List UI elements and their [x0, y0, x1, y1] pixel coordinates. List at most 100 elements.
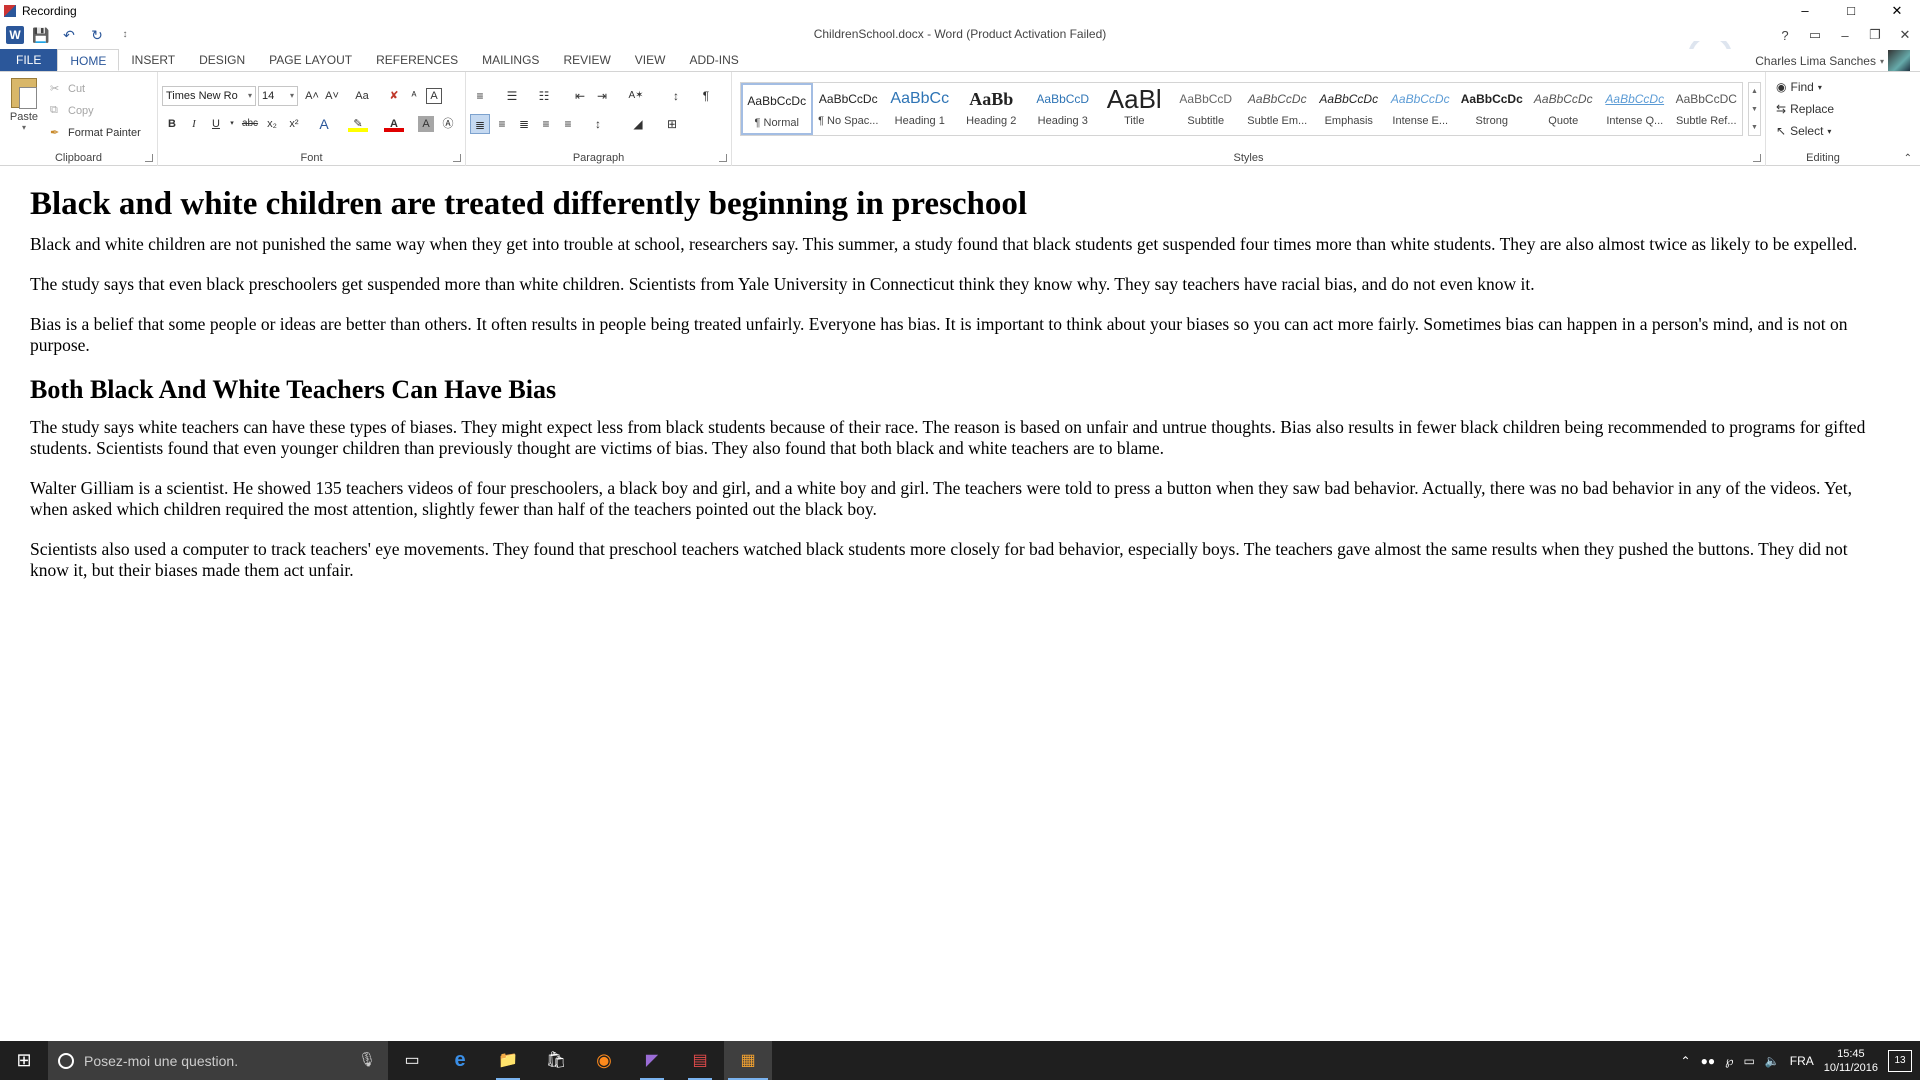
tab-mailings[interactable]: MAILINGS — [470, 49, 551, 71]
format-painter-button[interactable]: ✒ Format Painter — [50, 126, 141, 140]
text-effects-button[interactable]: A — [314, 114, 334, 134]
style-strong[interactable]: AaBbCcDc Strong — [1456, 83, 1528, 135]
edge-icon[interactable]: e — [436, 1041, 484, 1080]
cortana-search-box[interactable]: Posez-moi une question. 🎙 — [48, 1041, 388, 1080]
style-title[interactable]: AaBl Title — [1099, 83, 1171, 135]
style-heading-3[interactable]: AaBbCcD Heading 3 — [1027, 83, 1099, 135]
chevron-up-icon[interactable]: ⌃ — [1681, 1054, 1691, 1068]
acrobat-icon[interactable]: ▤ — [676, 1041, 724, 1080]
align-right-button[interactable]: ≣ — [514, 114, 534, 134]
restore-button[interactable]: ❐ — [1860, 27, 1890, 43]
bold-button[interactable]: B — [162, 114, 182, 134]
style-emphasis[interactable]: AaBbCcDc Emphasis — [1313, 83, 1385, 135]
paste-button[interactable]: Paste ▾ — [6, 78, 42, 138]
superscript-button[interactable]: x² — [284, 114, 304, 134]
document-body[interactable]: Black and white children are treated dif… — [0, 167, 1920, 1041]
windows-start-icon[interactable]: ⊞ — [0, 1041, 48, 1080]
clock[interactable]: 15:45 10/11/2016 — [1824, 1047, 1878, 1075]
asian-layout-button[interactable]: A✶ — [622, 86, 650, 106]
styles-gallery-scroll[interactable]: ▲ ▼ ▼ — [1748, 82, 1761, 136]
style-intense-emphasis[interactable]: AaBbCcDc Intense E... — [1385, 83, 1457, 135]
tab-design[interactable]: DESIGN — [187, 49, 257, 71]
firefox-icon[interactable]: ◉ — [580, 1041, 628, 1080]
change-case-button[interactable]: Aa — [348, 86, 376, 106]
style-heading-2[interactable]: AaBb Heading 2 — [956, 83, 1028, 135]
user-account[interactable]: Charles Lima Sanches ▾ — [1755, 49, 1910, 73]
style-intense-quote[interactable]: AaBbCcDc Intense Q... — [1599, 83, 1671, 135]
highlight-color-button[interactable]: ✎ — [348, 114, 368, 132]
paragraph-launcher-icon[interactable] — [719, 154, 727, 162]
cut-button[interactable]: ✂ Cut — [50, 82, 85, 96]
people-icon[interactable]: ●● — [1701, 1054, 1716, 1068]
notifications-icon[interactable]: 13 — [1888, 1049, 1912, 1072]
find-button[interactable]: ◉ Find ▾ — [1776, 80, 1822, 94]
increase-indent-button[interactable]: ⇥ — [592, 86, 612, 106]
tab-home[interactable]: HOME — [57, 49, 120, 71]
font-color-button[interactable]: A — [384, 114, 404, 132]
chevron-down-icon[interactable]: ▾ — [222, 114, 242, 134]
styles-launcher-icon[interactable] — [1753, 154, 1761, 162]
tab-references[interactable]: REFERENCES — [364, 49, 470, 71]
select-button[interactable]: ↖ Select ▾ — [1776, 124, 1831, 138]
numbering-button[interactable]: ☰ — [502, 86, 522, 106]
tab-insert[interactable]: INSERT — [119, 49, 187, 71]
style-subtitle[interactable]: AaBbCcD Subtitle — [1170, 83, 1242, 135]
recorder-icon[interactable]: ▦ — [724, 1041, 772, 1080]
character-shading-button[interactable]: A — [418, 116, 434, 132]
tab-view[interactable]: VIEW — [623, 49, 678, 71]
tab-page-layout[interactable]: PAGE LAYOUT — [257, 49, 364, 71]
collapse-ribbon-icon[interactable]: ⌃ — [1904, 153, 1912, 164]
phonetic-guide-button[interactable]: ᴬ — [404, 86, 424, 106]
enclose-characters-button[interactable]: Ⓐ — [438, 114, 458, 134]
network-icon[interactable]: ℘ — [1725, 1054, 1733, 1068]
style-no-spacing[interactable]: AaBbCcDc ¶ No Spac... — [813, 83, 885, 135]
font-size-combo[interactable]: 14 ▾ — [258, 86, 298, 106]
style-quote[interactable]: AaBbCcDc Quote — [1528, 83, 1600, 135]
minimize-button[interactable]: – — [1830, 28, 1860, 43]
style-normal[interactable]: AaBbCcDc ¶ Normal — [741, 83, 813, 135]
clear-formatting-button[interactable]: ✘ — [384, 86, 404, 106]
task-view-icon[interactable]: ▭ — [388, 1041, 436, 1080]
justify-button[interactable]: ≡ — [536, 114, 556, 134]
bullets-button[interactable]: ≡ — [470, 86, 490, 106]
copy-button[interactable]: ⧉ Copy — [50, 104, 94, 117]
recording-minimize-button[interactable]: – — [1782, 0, 1828, 21]
microphone-icon[interactable]: 🎙 — [358, 1051, 376, 1068]
line-spacing-button[interactable]: ↕ — [588, 114, 608, 134]
center-button[interactable]: ≡ — [492, 114, 512, 134]
font-launcher-icon[interactable] — [453, 154, 461, 162]
sort-button[interactable]: ↕ — [666, 86, 686, 106]
distributed-button[interactable]: ≡ — [558, 114, 578, 134]
language-indicator[interactable]: FRA — [1790, 1054, 1814, 1068]
store-icon[interactable]: 🛍 — [532, 1041, 580, 1080]
style-subtle-reference[interactable]: AaBbCcDC Subtle Ref... — [1671, 83, 1743, 135]
recording-close-button[interactable]: ✕ — [1874, 0, 1920, 21]
font-name-combo[interactable]: Times New Ro ▾ — [162, 86, 256, 106]
shading-button[interactable]: ◢ — [628, 114, 648, 134]
borders-button[interactable]: ⊞ — [662, 114, 682, 134]
clipboard-launcher-icon[interactable] — [145, 154, 153, 162]
help-button[interactable]: ? — [1770, 28, 1800, 43]
recording-maximize-button[interactable]: □ — [1828, 0, 1874, 21]
file-explorer-icon[interactable]: 📁 — [484, 1041, 532, 1080]
tab-file[interactable]: FILE — [0, 49, 58, 71]
style-heading-1[interactable]: AaBbCc Heading 1 — [884, 83, 956, 135]
close-button[interactable]: ✕ — [1890, 27, 1920, 43]
italic-button[interactable]: I — [184, 114, 204, 134]
subscript-button[interactable]: x₂ — [262, 114, 282, 134]
style-subtle-emphasis[interactable]: AaBbCcDc Subtle Em... — [1242, 83, 1314, 135]
tab-add-ins[interactable]: ADD-INS — [677, 49, 750, 71]
align-left-button[interactable]: ≣ — [470, 114, 490, 134]
grow-font-button[interactable]: A˄ — [302, 86, 322, 106]
battery-icon[interactable]: ▭ — [1743, 1054, 1754, 1068]
visual-studio-icon[interactable]: ◤ — [628, 1041, 676, 1080]
show-hide-button[interactable]: ¶ — [696, 86, 716, 106]
shrink-font-button[interactable]: A˅ — [322, 86, 342, 106]
tab-review[interactable]: REVIEW — [551, 49, 622, 71]
character-border-button[interactable]: A — [426, 88, 442, 104]
strikethrough-button[interactable]: abc — [240, 114, 260, 134]
decrease-indent-button[interactable]: ⇤ — [570, 86, 590, 106]
volume-icon[interactable]: 🔈 — [1765, 1054, 1780, 1068]
multilevel-list-button[interactable]: ☷ — [534, 86, 554, 106]
ribbon-display-options-button[interactable]: ▭ — [1800, 27, 1830, 43]
